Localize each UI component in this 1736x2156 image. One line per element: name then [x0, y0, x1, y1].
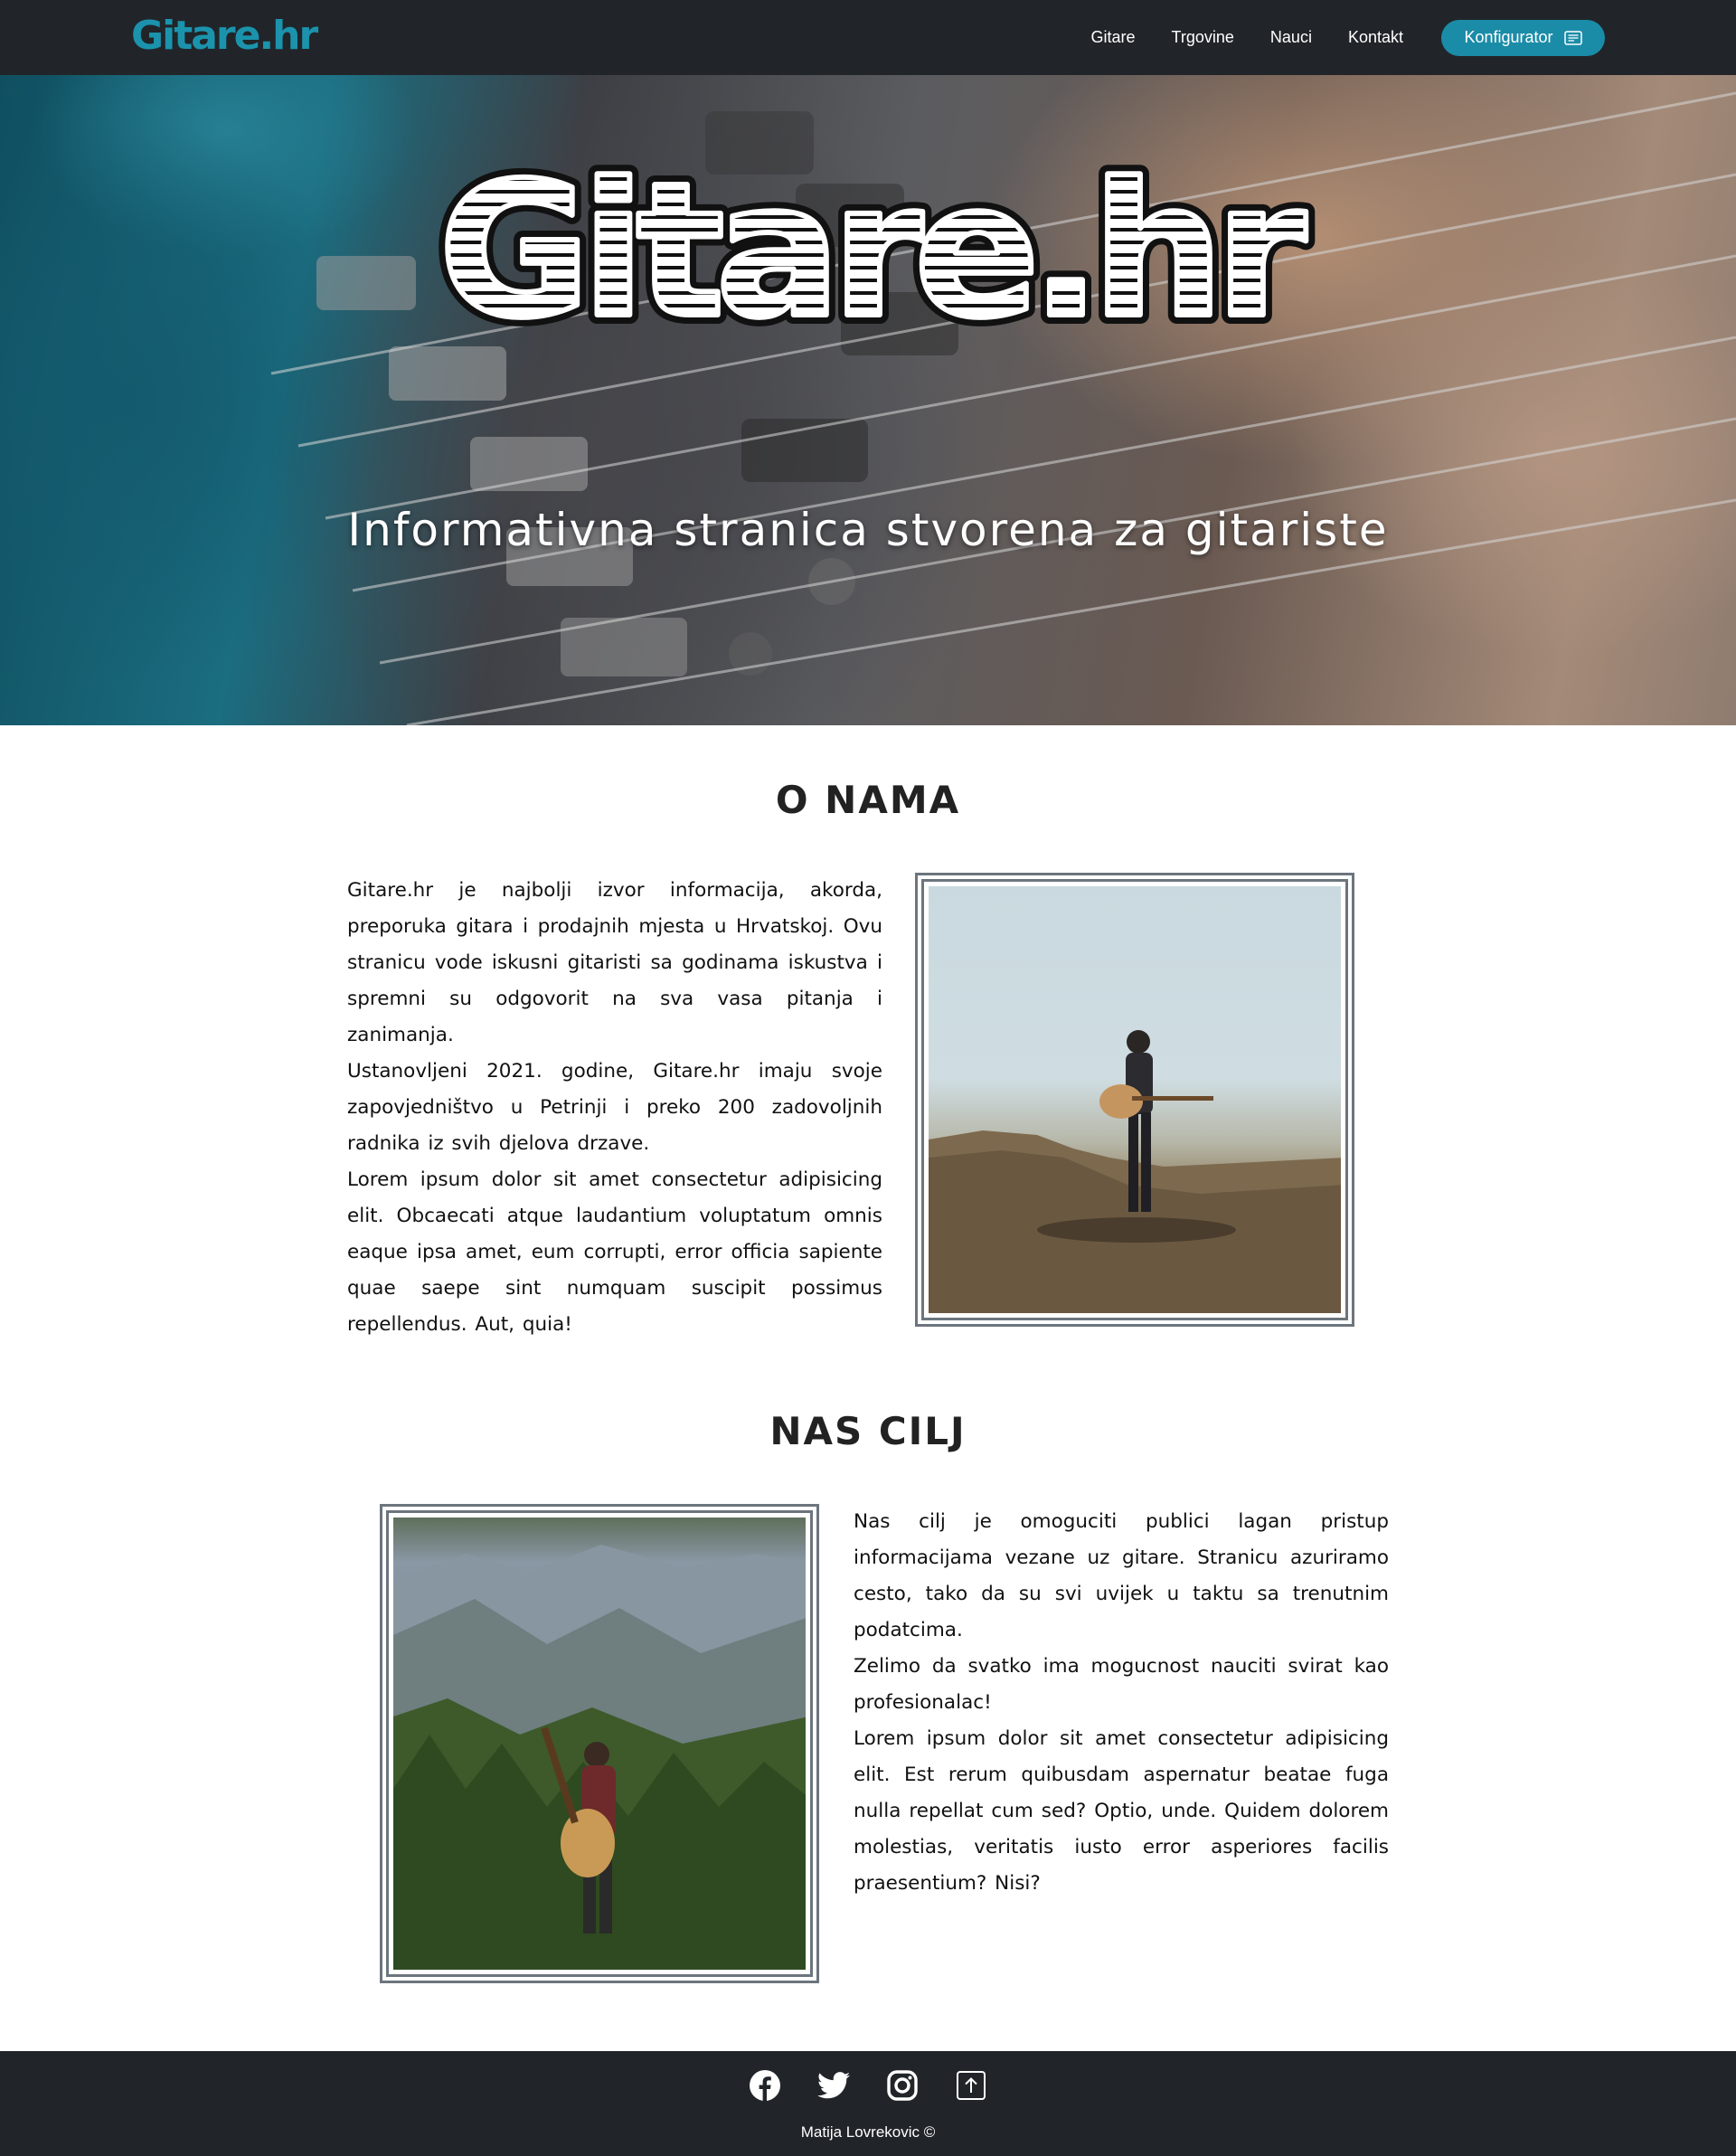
nav-links: Gitare Trgovine Nauci Kontakt Konfigurat…	[1055, 0, 1736, 75]
copyright-text: Matija Lovrekovic ©	[800, 2123, 936, 2141]
hero-tagline: Informativna stranica stvorena za gitari…	[347, 504, 1389, 556]
konfigurator-button[interactable]: Konfigurator	[1441, 19, 1605, 56]
goal-paragraph: Zelimo da svatko ima mogucnost nauciti s…	[854, 1655, 1389, 1714]
nav-link-kontakt[interactable]: Kontakt	[1348, 28, 1403, 47]
nav-link-trgovine[interactable]: Trgovine	[1172, 28, 1234, 47]
brand-logo[interactable]: Gitare.hr	[131, 13, 318, 60]
about-paragraph: Lorem ipsum dolor sit amet consectetur a…	[347, 1168, 882, 1336]
goal-photo-frame	[380, 1504, 819, 1983]
about-paragraph: Gitare.hr je najbolji izvor informacija,…	[347, 879, 882, 1046]
nav-link-nauci[interactable]: Nauci	[1270, 28, 1312, 47]
arrow-up-square-icon[interactable]	[955, 2069, 987, 2102]
hero-logo-text: Gitare.hr	[439, 156, 1307, 337]
nav-link-gitare[interactable]: Gitare	[1091, 28, 1136, 47]
guitarist-mountains-photo	[393, 1518, 806, 1970]
goal-paragraph: Lorem ipsum dolor sit amet consectetur a…	[854, 1727, 1389, 1895]
hero-logo: Gitare.hr Gitare.hr	[429, 156, 1320, 337]
social-links	[0, 2069, 1736, 2102]
konfigurator-label: Konfigurator	[1464, 28, 1553, 46]
navbar: Gitare.hr Gitare Trgovine Nauci Kontakt …	[0, 0, 1736, 75]
guitarist-desert-photo	[929, 886, 1341, 1313]
goal-title: NAS CILJ	[769, 1409, 967, 1453]
hero-banner: Gitare.hr Gitare.hr Informativna stranic…	[0, 75, 1736, 725]
goal-text: Nas cilj je omoguciti publici lagan pris…	[854, 1504, 1389, 1902]
footer: Matija Lovrekovic ©	[0, 2051, 1736, 2156]
about-text: Gitare.hr je najbolji izvor informacija,…	[347, 873, 882, 1343]
twitter-icon[interactable]	[817, 2069, 850, 2102]
facebook-icon[interactable]	[749, 2069, 781, 2102]
goal-paragraph: Nas cilj je omoguciti publici lagan pris…	[854, 1510, 1389, 1641]
about-paragraph: Ustanovljeni 2021. godine, Gitare.hr ima…	[347, 1060, 882, 1155]
instagram-icon[interactable]	[886, 2069, 919, 2102]
about-photo-frame	[915, 873, 1354, 1327]
card-text-icon	[1563, 30, 1582, 45]
about-title: O NAMA	[775, 778, 961, 822]
